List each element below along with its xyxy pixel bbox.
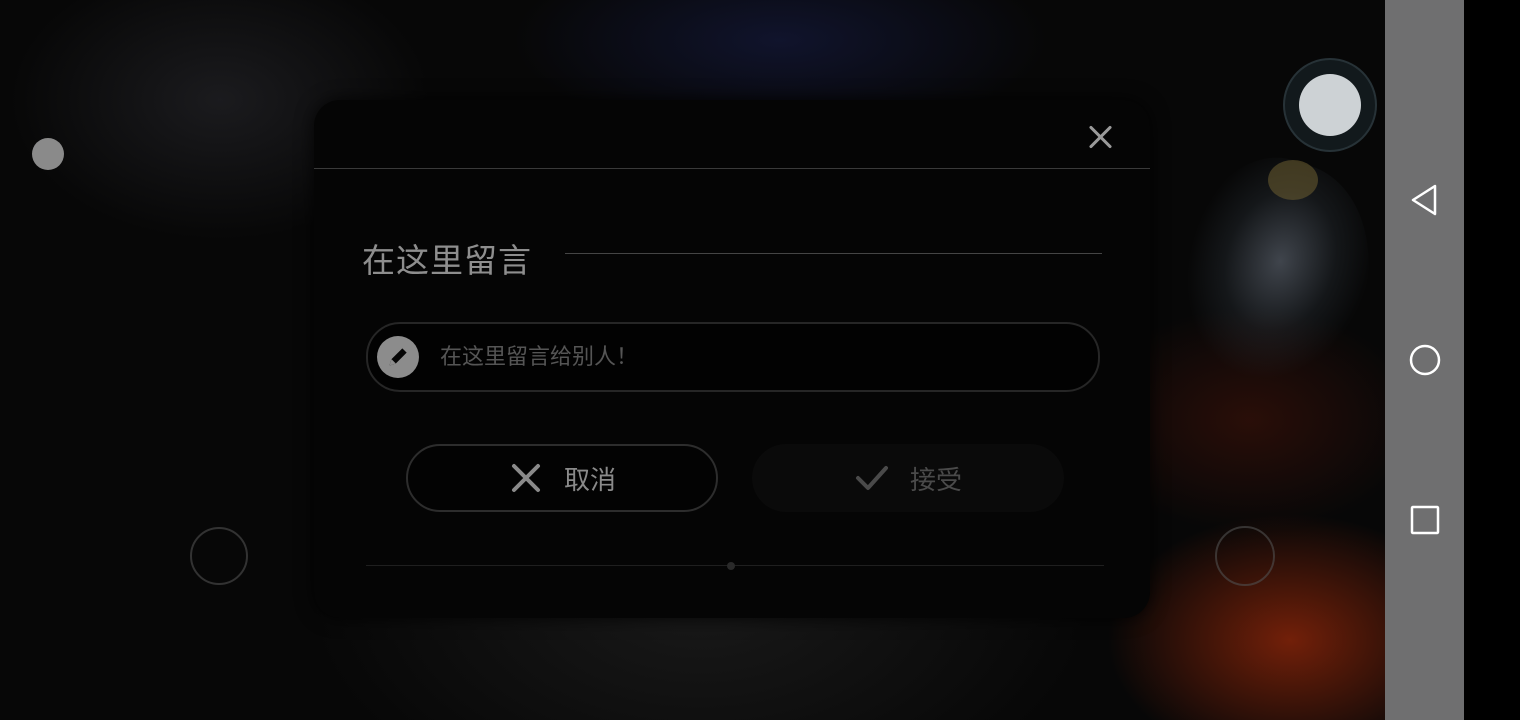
x-icon bbox=[511, 464, 540, 492]
right-joystick-ring[interactable] bbox=[1215, 526, 1275, 586]
left-joystick-ring[interactable] bbox=[190, 527, 248, 585]
close-icon[interactable] bbox=[1084, 120, 1118, 154]
menu-dot-button[interactable] bbox=[32, 138, 64, 170]
header-divider bbox=[314, 168, 1150, 169]
cancel-button[interactable]: 取消 bbox=[406, 444, 718, 512]
cancel-label: 取消 bbox=[563, 465, 616, 496]
pencil-icon bbox=[377, 336, 419, 378]
footer-divider bbox=[366, 565, 1104, 566]
recents-square-icon[interactable] bbox=[1403, 498, 1447, 542]
screen-edge-bar bbox=[1464, 0, 1520, 720]
back-triangle-icon[interactable] bbox=[1403, 178, 1447, 222]
floating-button-core bbox=[1299, 74, 1361, 136]
accept-label: 接受 bbox=[909, 465, 962, 496]
message-input[interactable] bbox=[438, 334, 1082, 380]
floating-assistive-button[interactable] bbox=[1283, 58, 1377, 152]
message-field[interactable] bbox=[366, 322, 1100, 392]
accept-button[interactable]: 接受 bbox=[752, 444, 1064, 512]
checkmark-icon bbox=[855, 466, 888, 490]
statue-head bbox=[1268, 160, 1318, 200]
dialog-title: 在这里留言 bbox=[362, 241, 532, 280]
title-divider bbox=[565, 253, 1102, 254]
message-dialog: 在这里留言 取消 接受 bbox=[314, 100, 1150, 618]
android-nav-bar bbox=[1385, 0, 1464, 720]
home-circle-icon[interactable] bbox=[1403, 338, 1447, 382]
page-indicator-dot bbox=[727, 562, 735, 570]
